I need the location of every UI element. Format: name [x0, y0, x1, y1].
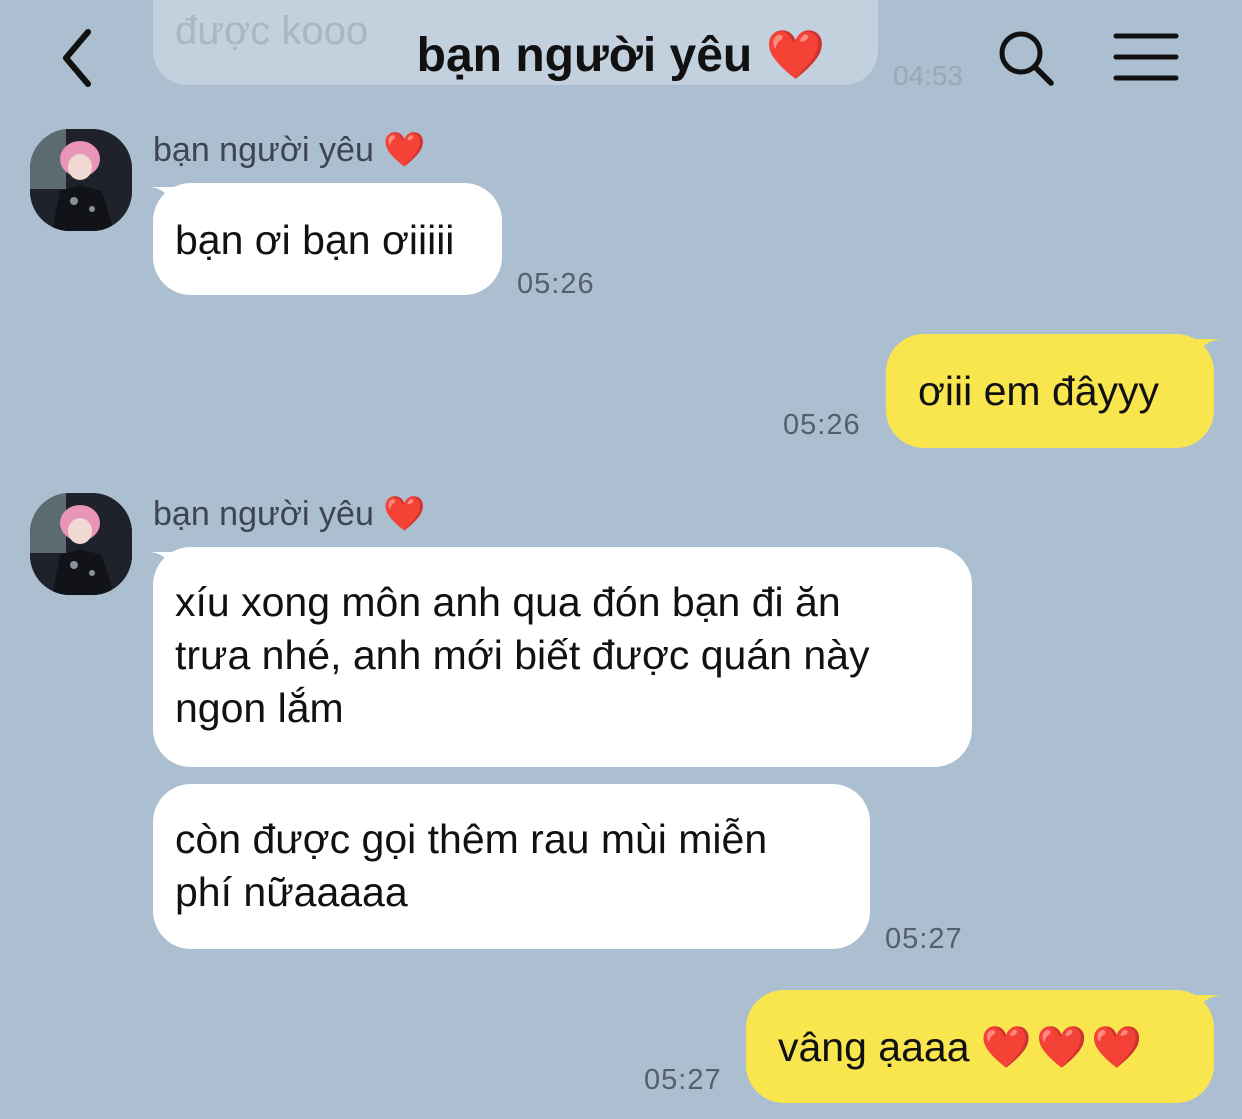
avatar[interactable] — [30, 129, 132, 231]
bubble-tail — [1195, 338, 1225, 358]
sender-name: bạn người yêu ❤️ — [153, 128, 426, 172]
search-icon — [999, 31, 1054, 86]
avatar-image — [30, 493, 132, 595]
message-bubble[interactable]: ơiii em đâyyy — [886, 334, 1214, 448]
message-text-line: ngon lắm — [175, 685, 344, 731]
message-text: ơiii em đâyyy — [918, 368, 1160, 414]
message-text: vâng ạaaa — [778, 1024, 970, 1070]
sender-name-text: bạn người yêu — [153, 131, 374, 169]
message-time: 05:27 — [644, 1064, 722, 1096]
heart-icon: ❤️ — [383, 495, 426, 533]
message-time: 05:26 — [517, 268, 595, 300]
message-time: 05:27 — [885, 923, 963, 955]
message-bubble[interactable]: còn được gọi thêm rau mùi miễn phí nữaaa… — [153, 784, 870, 949]
message-text-line: trưa nhé, anh mới biết được quán này — [175, 632, 870, 678]
search-button[interactable] — [994, 26, 1058, 90]
chat-title-text: bạn người yêu — [416, 29, 753, 82]
message-bubble[interactable]: bạn ơi bạn ơiiiii — [153, 183, 502, 295]
message-bubble[interactable]: xíu xong môn anh qua đón bạn đi ăn trưa … — [153, 547, 972, 767]
avatar[interactable] — [30, 493, 132, 595]
avatar-image — [30, 129, 132, 231]
heart-icon: ❤️ — [980, 1024, 1036, 1070]
heart-icon: ❤️ — [1035, 1024, 1092, 1070]
sender-name: bạn người yêu ❤️ — [153, 492, 426, 536]
message-bubble[interactable]: vâng ạaaa ❤️❤️❤️ — [746, 990, 1214, 1103]
message-text-line: phí nữaaaaa — [175, 869, 408, 915]
heart-icon: ❤️ — [765, 29, 826, 82]
menu-icon — [1113, 33, 1179, 81]
bubble-tail — [1195, 994, 1225, 1014]
heart-icon: ❤️ — [1091, 1024, 1147, 1070]
sender-name-text: bạn người yêu — [153, 495, 374, 533]
message-text-line: xíu xong môn anh qua đón bạn đi ăn — [175, 579, 841, 625]
menu-button[interactable] — [1112, 30, 1180, 86]
message-text: bạn ơi bạn ơiiiii — [175, 217, 455, 263]
heart-icon: ❤️ — [383, 131, 426, 169]
message-text-line: còn được gọi thêm rau mùi miễn — [175, 816, 768, 862]
message-time: 05:26 — [783, 409, 861, 441]
heart-icons: ❤️❤️❤️ — [981, 1024, 1146, 1070]
